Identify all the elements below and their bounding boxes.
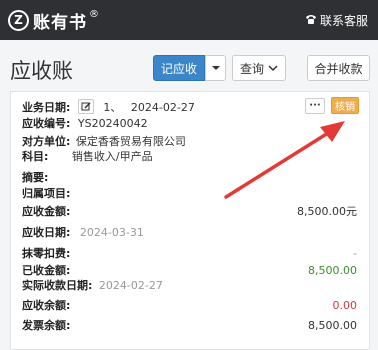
support-link[interactable]: 联系客服 (305, 12, 368, 29)
top-navbar: Z 账有书 ® 联系客服 (0, 0, 378, 40)
subject-label: 科目: (22, 150, 49, 163)
actual-date: 2024-02-27 (98, 279, 163, 292)
chevron-down-icon (268, 65, 278, 72)
merge-collect-label: 合并收款 (314, 61, 363, 76)
balance-row: 应收余额: (22, 299, 70, 313)
record-seq: 1、 (103, 101, 122, 114)
party-row: 对方单位: 保定香香贸易有限公司 (22, 135, 186, 149)
logo-text: 账有书 (33, 12, 87, 33)
edit-icon[interactable] (77, 99, 94, 114)
record-dropdown-button[interactable] (205, 55, 226, 81)
summary-row: 摘要: (22, 171, 48, 185)
amount-row: 应收金额: (22, 205, 70, 219)
party-name: 保定香香贸易有限公司 (75, 135, 186, 148)
phone-icon (305, 13, 320, 28)
due-date-row: 应收日期: 2024-03-31 (22, 226, 144, 240)
business-date: 2024-02-27 (130, 101, 195, 114)
verify-button[interactable]: 核销 (331, 97, 359, 114)
merge-collect-button[interactable]: 合并收款 (307, 55, 370, 81)
invoice-balance-label: 发票余额: (22, 319, 71, 332)
amount-value: 8,500.00元 (297, 205, 357, 218)
registered-mark: ® (89, 8, 99, 20)
support-label: 联系客服 (319, 14, 368, 28)
query-label: 查询 (239, 61, 264, 76)
invoice-balance-row: 发票余额: (22, 319, 70, 333)
business-date-row: 业务日期: 1、 2024-02-27 (22, 99, 195, 115)
project-row: 归属项目: (22, 187, 70, 201)
record-receivable-label: 记应收 (160, 61, 197, 76)
business-date-label: 业务日期: (22, 101, 71, 114)
subject-value: 销售收入/甲产品 (71, 150, 153, 163)
received-value: 8,500.00 (308, 264, 357, 277)
received-row: 已收金额: (22, 264, 70, 278)
balance-value: 0.00 (332, 299, 358, 312)
code-label: 应收编号: (22, 117, 71, 130)
record-receivable-button[interactable]: 记应收 (153, 55, 205, 81)
summary-label: 摘要: (22, 171, 49, 184)
page-title: 应收账 (10, 59, 73, 83)
caret-down-icon (211, 66, 220, 70)
code-row: 应收编号: YS20240042 (22, 117, 148, 131)
receivable-card: 业务日期: 1、 2024-02-27 ··· 核销 应收编号: YS20240… (10, 91, 370, 350)
logo-icon: Z (8, 9, 29, 31)
amount-label: 应收金额: (22, 205, 71, 218)
actual-date-label: 实际收款日期: (22, 279, 93, 292)
invoice-balance-value: 8,500.00 (308, 319, 357, 332)
more-options-button[interactable]: ··· (305, 98, 325, 114)
due-date-label: 应收日期: (22, 226, 71, 239)
writeoff-row: 抹零扣费: (22, 247, 70, 261)
query-button[interactable]: 查询 (232, 55, 286, 81)
balance-label: 应收余额: (22, 299, 71, 312)
received-label: 已收金额: (22, 264, 71, 277)
receivable-code: YS20240042 (77, 117, 148, 130)
due-date: 2024-03-31 (79, 226, 144, 239)
writeoff-label: 抹零扣费: (22, 247, 71, 260)
writeoff-value: - (353, 247, 357, 260)
actual-date-row: 实际收款日期: 2024-02-27 (22, 279, 163, 293)
subject-row: 科目: 销售收入/甲产品 (22, 150, 153, 164)
app-logo[interactable]: Z 账有书 ® (8, 8, 99, 33)
project-label: 归属项目: (22, 187, 71, 200)
party-label: 对方单位: (22, 135, 71, 148)
